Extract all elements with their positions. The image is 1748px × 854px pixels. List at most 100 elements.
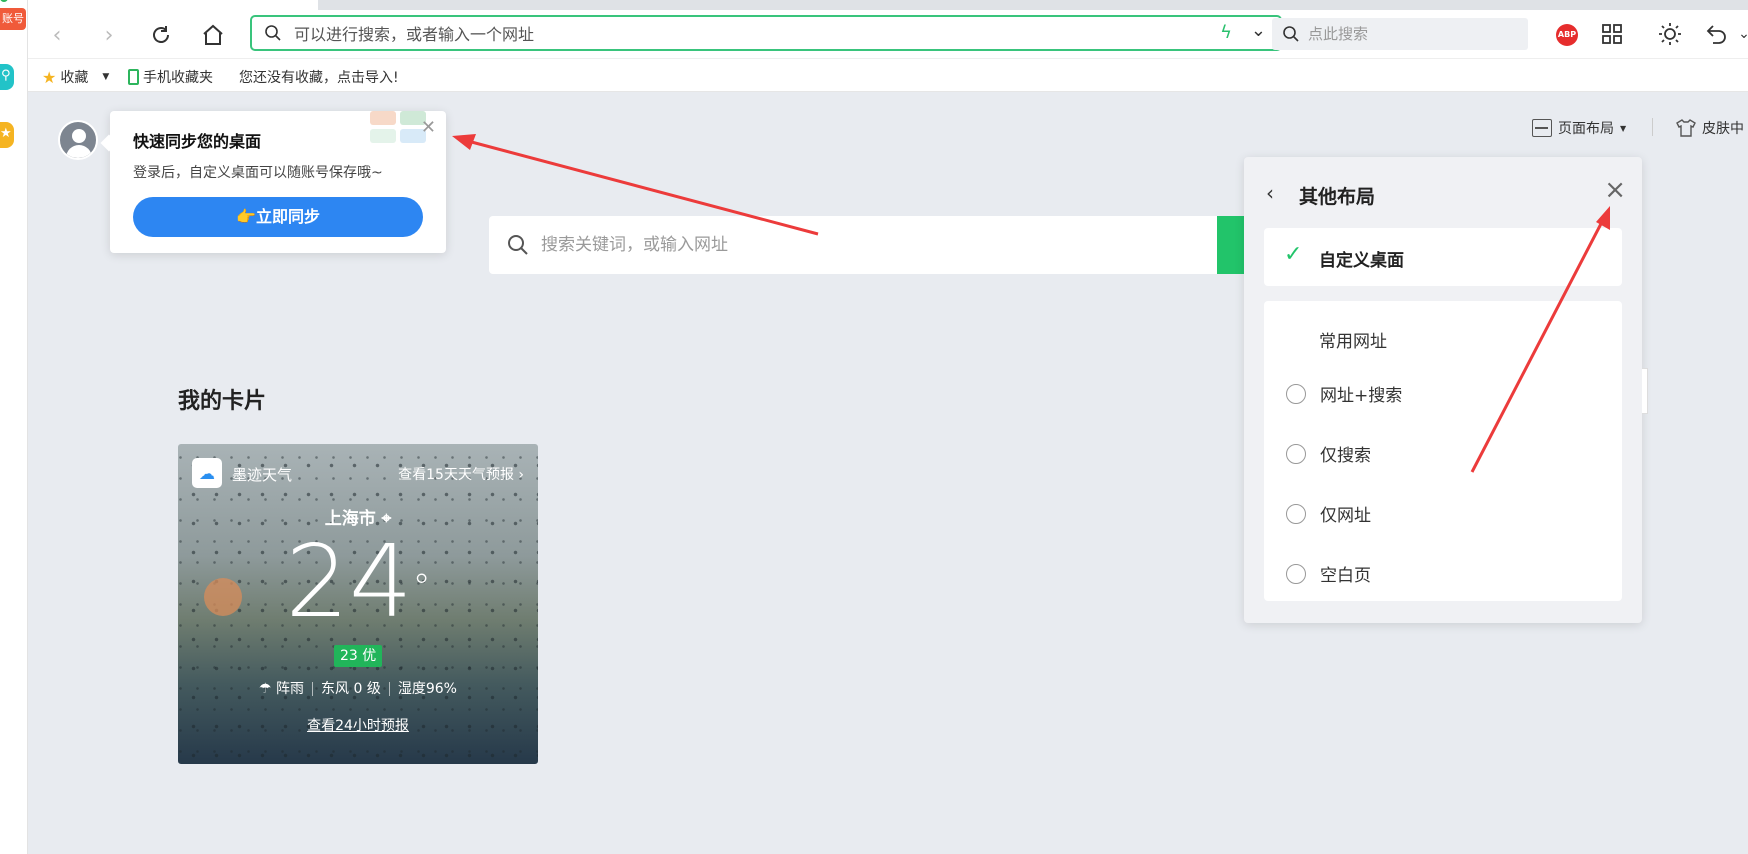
- layout-option[interactable]: 空白页: [1286, 561, 1371, 586]
- weather-brand: 墨迹天气: [232, 466, 293, 484]
- favorites-tab[interactable]: ★: [0, 122, 14, 148]
- page-layout-button[interactable]: 页面布局 ▼: [1532, 118, 1626, 138]
- undo-icon: [1706, 25, 1726, 44]
- reload-icon: [153, 26, 169, 43]
- left-rail: 账号 ⚲ ★: [0, 0, 28, 854]
- mobile-favorites-label: 手机收藏夹: [143, 70, 213, 86]
- layout-option[interactable]: 网址+搜索: [1286, 381, 1402, 406]
- radio-button[interactable]: [1286, 443, 1306, 464]
- skin-center-button[interactable]: 皮肤中: [1676, 118, 1744, 138]
- reload-button[interactable]: [146, 20, 176, 50]
- panel-title: 其他布局: [1299, 186, 1376, 208]
- cards-title: 我的卡片: [178, 389, 267, 414]
- brightness-button[interactable]: [1656, 20, 1684, 48]
- phone-icon: [128, 69, 139, 85]
- layout-option-label: 网址+搜索: [1320, 386, 1403, 406]
- layout-option-label: 空白页: [1320, 566, 1371, 586]
- sync-popup: 快速同步您的桌面 登录后，自定义桌面可以随账号保存哦~ 👉立即同步 ✕: [110, 111, 446, 253]
- temperature: 24°: [178, 532, 538, 632]
- search-icon: [1283, 26, 1299, 42]
- skin-center-label: 皮肤中: [1702, 121, 1744, 137]
- arrowhead: [452, 134, 476, 150]
- search-icon: [265, 25, 281, 41]
- address-bar[interactable]: ϟ ⌄: [250, 15, 1282, 51]
- tab-strip: [318, 0, 1748, 10]
- temperature-value: 24: [285, 523, 413, 640]
- account-tab[interactable]: 账号: [0, 8, 26, 30]
- lightning-icon[interactable]: ϟ: [1220, 22, 1232, 43]
- import-hint-label: 您还没有收藏，点击导入!: [239, 70, 399, 86]
- status-dot: [0, 0, 8, 2]
- scroll-handle[interactable]: [1642, 368, 1648, 414]
- star-icon: ★: [42, 67, 57, 87]
- caret-down-icon: ▼: [1620, 123, 1627, 133]
- page-layout-label: 页面布局: [1558, 121, 1614, 137]
- favorites-label: 收藏: [60, 70, 89, 86]
- degree-symbol: °: [412, 567, 431, 608]
- layout-option-selected[interactable]: ✓ 自定义桌面: [1264, 228, 1622, 286]
- layout-option-label: 仅网址: [1320, 506, 1371, 526]
- link-tab[interactable]: ⚲: [0, 64, 14, 90]
- address-input[interactable]: [294, 23, 1154, 45]
- layout-option[interactable]: 仅搜索: [1286, 441, 1371, 466]
- caret-down-icon: ▼: [102, 72, 110, 82]
- radio-button[interactable]: [1286, 383, 1306, 404]
- avatar[interactable]: [58, 120, 98, 160]
- sync-title: 快速同步您的桌面: [133, 132, 262, 151]
- condition-label: 阵雨: [276, 681, 305, 697]
- search-submit-button[interactable]: [1217, 216, 1245, 274]
- link-icon: ⚲: [1, 68, 11, 83]
- weather-conditions: ☂ 阵雨 东风 0 级湿度96%: [178, 678, 538, 698]
- radio-button[interactable]: [1286, 503, 1306, 524]
- decor-graphic: [370, 111, 428, 147]
- forecast-15-day-link[interactable]: 查看15天天气预报 ›: [398, 464, 524, 484]
- layout-option-label: 仅搜索: [1320, 446, 1371, 466]
- rain-icon: ☂: [259, 681, 272, 697]
- weather-logo-icon: ☁: [192, 458, 222, 488]
- back-arrow-icon: ‹: [52, 22, 62, 48]
- browser-toolbar: ‹ › ϟ ⌄ ABP ⌄: [28, 0, 1748, 58]
- close-icon[interactable]: ×: [1604, 175, 1626, 205]
- favorites-menu[interactable]: ★ 收藏 ▼: [42, 67, 109, 87]
- back-button[interactable]: ‹: [42, 20, 72, 50]
- sun-icon: [1659, 23, 1681, 45]
- forward-arrow-icon: ›: [104, 22, 114, 48]
- apps-button[interactable]: [1598, 20, 1626, 48]
- check-icon: ✓: [1284, 242, 1303, 267]
- home-icon: [203, 24, 223, 45]
- radio-button[interactable]: [1286, 563, 1306, 584]
- back-chevron-icon[interactable]: ‹: [1266, 181, 1274, 205]
- forward-button[interactable]: ›: [94, 20, 124, 50]
- close-icon[interactable]: ✕: [421, 117, 436, 138]
- layout-option[interactable]: 仅网址: [1286, 501, 1371, 526]
- layout-options-list: 常用网址 网址+搜索 仅搜索 仅网址 空白页: [1264, 301, 1622, 601]
- star-icon: ★: [0, 126, 12, 141]
- sync-description: 登录后，自定义桌面可以随账号保存哦~: [133, 165, 383, 181]
- grid-icon: [1602, 24, 1622, 44]
- home-button[interactable]: [198, 20, 228, 50]
- weather-card[interactable]: ☁ 墨迹天气 查看15天天气预报 › 上海市 ⌖ 24° 23 优 ☂ 阵雨 东风…: [178, 444, 538, 764]
- layout-panel: ‹ 其他布局 × ✓ 自定义桌面 常用网址 网址+搜索 仅搜索 仅网址 空白页: [1244, 157, 1642, 623]
- adblock-icon[interactable]: ABP: [1556, 24, 1578, 46]
- side-search-box[interactable]: [1272, 18, 1528, 50]
- selected-layout-label: 自定义桌面: [1319, 251, 1404, 271]
- bookmarks-bar: ★ 收藏 ▼ 手机收藏夹 您还没有收藏，点击导入!: [28, 58, 1748, 92]
- mobile-favorites[interactable]: 手机收藏夹: [128, 67, 213, 87]
- chevron-down-icon[interactable]: ⌄: [1251, 20, 1266, 41]
- wind-label: 东风 0 级: [321, 681, 381, 697]
- undo-button[interactable]: [1702, 20, 1730, 48]
- undo-menu-icon[interactable]: ⌄: [1730, 20, 1748, 48]
- main-search-box[interactable]: [489, 216, 1245, 274]
- shirt-icon: [1676, 119, 1696, 137]
- layout-icon: [1532, 119, 1552, 137]
- humidity-label: 湿度96%: [397, 681, 457, 697]
- forecast-24-hour-link[interactable]: 查看24小时预报: [178, 715, 538, 735]
- aqi-badge: 23 优: [334, 645, 383, 667]
- search-icon: [508, 235, 528, 255]
- common-sites-group-label: 常用网址: [1319, 332, 1387, 352]
- main-search-input[interactable]: [541, 232, 1181, 258]
- divider: [1652, 118, 1653, 136]
- import-hint[interactable]: 您还没有收藏，点击导入!: [239, 67, 399, 87]
- side-search-input[interactable]: [1308, 23, 1508, 45]
- sync-now-button[interactable]: 👉立即同步: [133, 197, 423, 237]
